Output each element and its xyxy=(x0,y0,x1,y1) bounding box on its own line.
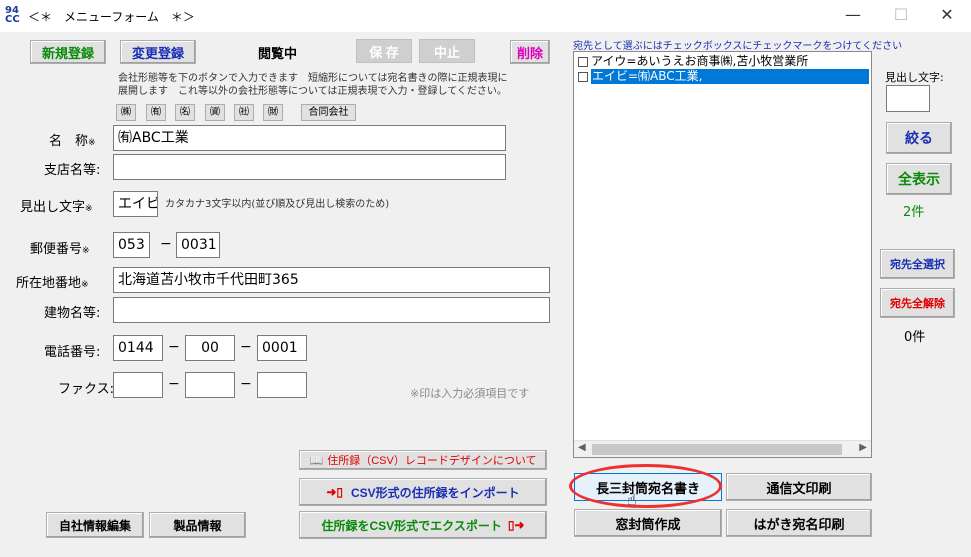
tel-second-input[interactable]: 00 xyxy=(185,335,235,361)
import-icon: ➜▯ xyxy=(326,485,343,499)
kana-input[interactable]: エイビ xyxy=(113,191,158,217)
scroll-right-icon[interactable]: ▶ xyxy=(859,442,867,453)
kana-search-input[interactable] xyxy=(886,85,930,112)
checkbox[interactable] xyxy=(578,71,588,82)
csv-export-button[interactable]: 住所録をCSV形式でエクスポート ▯➜ xyxy=(299,511,547,539)
edit-register-button[interactable]: 変更登録 xyxy=(120,40,196,64)
fax-third-input[interactable] xyxy=(257,372,307,398)
postcard-print-button[interactable]: はがき宛名印刷 xyxy=(726,509,872,537)
product-info-button[interactable]: 製品情報 xyxy=(149,512,246,538)
app-icon: 94 CC xyxy=(5,5,20,25)
zip-first-input[interactable]: 053 xyxy=(113,232,150,258)
kabu-button[interactable]: ㈱ xyxy=(116,104,136,121)
minimize-button[interactable]: — xyxy=(830,0,876,32)
name-label: 名 称※ xyxy=(49,134,96,149)
checkbox[interactable] xyxy=(578,56,588,67)
recipient-list[interactable]: アイウ=あいうえお商事㈱,苫小牧営業所 エイビ=㈲ABC工業, ◀ ▶ xyxy=(573,51,872,458)
maximize-button[interactable]: ☐ xyxy=(878,0,924,32)
letter-print-button[interactable]: 通信文印刷 xyxy=(726,473,872,501)
tel-label: 電話番号: xyxy=(44,345,101,360)
filter-button[interactable]: 絞る xyxy=(886,122,952,154)
godo-kaisha-button[interactable]: 合同会社 xyxy=(301,104,356,121)
list-item[interactable]: アイウ=あいうえお商事㈱,苫小牧営業所 xyxy=(574,54,871,69)
hand-cursor-icon: ☝ xyxy=(627,490,637,509)
branch-input[interactable] xyxy=(113,154,506,180)
scroll-left-icon[interactable]: ◀ xyxy=(578,442,586,453)
zai-button[interactable]: ㈶ xyxy=(263,104,283,121)
delete-button[interactable]: 削除 xyxy=(510,40,550,64)
sha-button[interactable]: ㈳ xyxy=(234,104,254,121)
building-input[interactable] xyxy=(113,297,550,323)
zip-label: 郵便番号※ xyxy=(30,242,90,257)
tel-third-input[interactable]: 0001 xyxy=(257,335,307,361)
kana-search-label: 見出し文字: xyxy=(885,71,944,84)
required-note: ※印は入力必須項目です xyxy=(410,387,530,400)
window-envelope-button[interactable]: 窓封筒作成 xyxy=(574,509,722,537)
save-button[interactable]: 保 存 xyxy=(356,39,412,63)
fax-second-input[interactable] xyxy=(185,372,235,398)
fax-first-input[interactable] xyxy=(113,372,163,398)
zip-dash: − xyxy=(160,236,172,252)
highlight-ellipse xyxy=(569,464,722,508)
book-icon: 📖 xyxy=(309,454,324,467)
csv-design-button[interactable]: 📖 住所録（CSV）レコードデザインについて xyxy=(299,450,547,470)
tel-first-input[interactable]: 0144 xyxy=(113,335,163,361)
address-label: 所在地番地※ xyxy=(16,276,89,291)
fax-dash-1: − xyxy=(168,376,180,392)
select-all-recipients-button[interactable]: 宛先全選択 xyxy=(880,249,955,279)
recipient-instruction: 宛先として選ぶにはチェックボックスにチェックマークをつけてください xyxy=(573,41,903,52)
company-info-edit-button[interactable]: 自社情報編集 xyxy=(46,512,144,538)
list-item[interactable]: エイビ=㈲ABC工業, xyxy=(574,69,871,84)
shi-button[interactable]: ㈾ xyxy=(205,104,225,121)
selected-count: 0件 xyxy=(904,330,926,345)
company-type-note: 会社形態等を下のボタンで入力できます 短縮形については宛名書きの際に正規表現に … xyxy=(118,73,508,97)
horizontal-scrollbar[interactable]: ◀ ▶ xyxy=(574,440,871,457)
zip-second-input[interactable]: 0031 xyxy=(176,232,220,258)
clear-all-recipients-button[interactable]: 宛先全解除 xyxy=(880,288,955,318)
yu-button[interactable]: ㈲ xyxy=(146,104,166,121)
tel-dash-2: − xyxy=(240,339,252,355)
new-register-button[interactable]: 新規登録 xyxy=(30,40,106,64)
csv-import-button[interactable]: ➜▯ CSV形式の住所録をインポート xyxy=(299,478,547,506)
close-button[interactable]: ✕ xyxy=(924,0,970,32)
kana-note: カタカナ3文字以内(並び順及び見出し検索のため) xyxy=(165,199,390,210)
window-title: ＜＊ メニューフォーム ＊＞ xyxy=(28,10,195,24)
branch-label: 支店名等: xyxy=(44,163,101,178)
tel-dash-1: − xyxy=(168,339,180,355)
address-input[interactable]: 北海道苫小牧市千代田町365 xyxy=(113,267,550,293)
cancel-button[interactable]: 中止 xyxy=(419,39,475,63)
fax-label: ファクス: xyxy=(58,382,114,397)
scrollbar-thumb[interactable] xyxy=(592,444,842,455)
building-label: 建物名等: xyxy=(44,306,101,321)
name-input[interactable]: ㈲ABC工業 xyxy=(113,125,506,151)
export-icon: ▯➜ xyxy=(507,518,525,532)
mei-button[interactable]: ㈴ xyxy=(175,104,195,121)
show-all-button[interactable]: 全表示 xyxy=(886,163,952,195)
kana-label: 見出し文字※ xyxy=(20,200,93,215)
record-count: 2件 xyxy=(903,205,925,220)
mode-label: 閲覧中 xyxy=(258,47,298,62)
fax-dash-2: − xyxy=(240,376,252,392)
